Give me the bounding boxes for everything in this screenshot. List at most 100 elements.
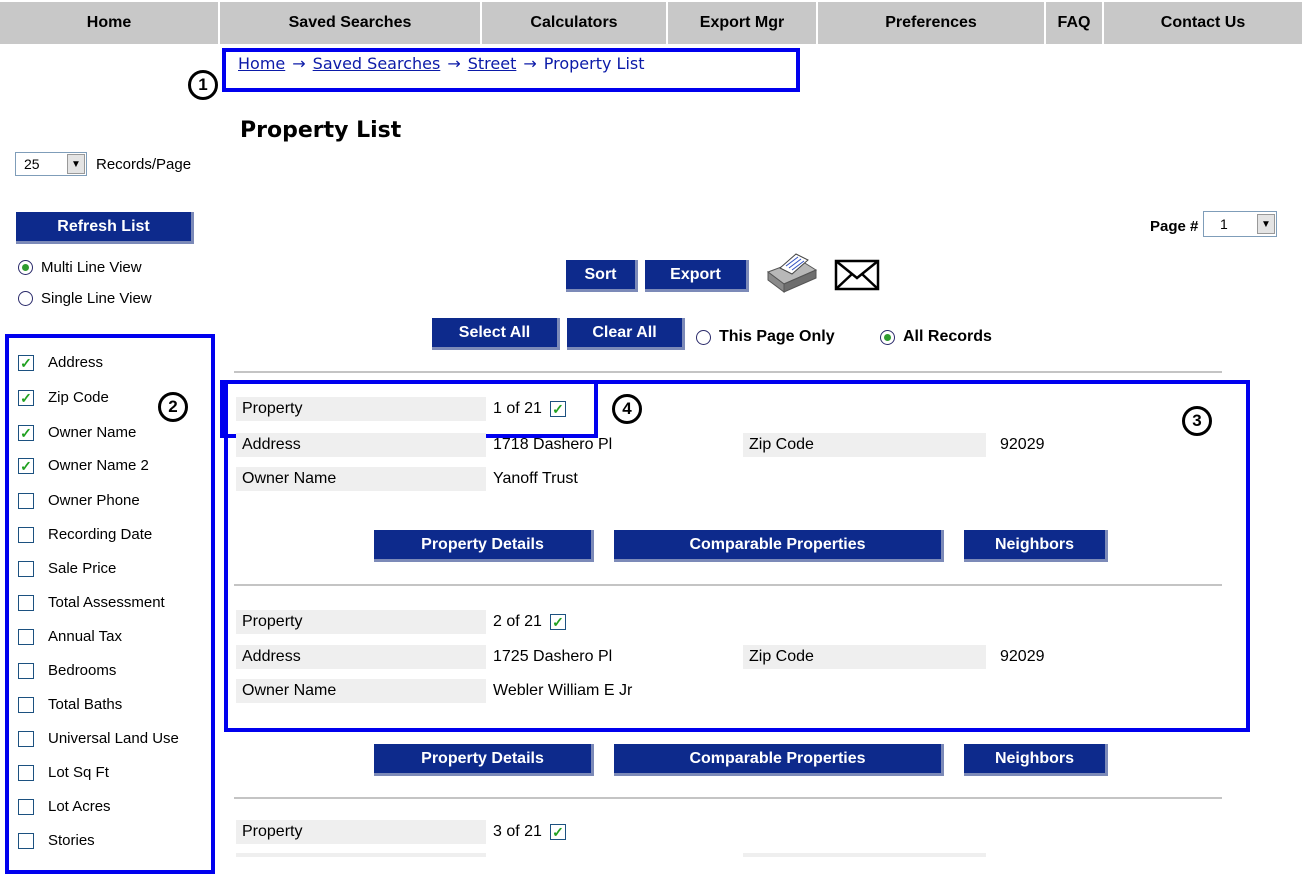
printer-icon[interactable]: [756, 248, 822, 296]
field-option[interactable]: Annual Tax: [18, 628, 122, 645]
field-label: Owner Name: [48, 424, 137, 441]
field-checkbox[interactable]: ✓: [18, 389, 34, 406]
nav-saved-searches[interactable]: Saved Searches: [220, 2, 482, 44]
callout-number-1: 1: [188, 70, 218, 100]
nav-preferences[interactable]: Preferences: [818, 2, 1046, 44]
field-option[interactable]: Stories: [18, 832, 95, 849]
field-option[interactable]: Lot Sq Ft: [18, 764, 109, 781]
divider: [234, 797, 1222, 799]
record-1-comparable-properties-button[interactable]: Comparable Properties: [614, 530, 944, 562]
field-checkbox[interactable]: [18, 798, 34, 815]
record-2-zip-label: Zip Code: [743, 645, 986, 669]
record-2-index-text: 2 of 21: [493, 613, 542, 630]
record-1-index: 1 of 21 ✓: [493, 397, 566, 421]
record-2-property-details-button[interactable]: Property Details: [374, 744, 594, 776]
nav-contact-us[interactable]: Contact Us: [1104, 2, 1304, 44]
record-1-owner-label: Owner Name: [236, 467, 486, 491]
record-1-index-text: 1 of 21: [493, 400, 542, 417]
field-checkbox[interactable]: [18, 764, 34, 781]
field-checkbox[interactable]: [18, 662, 34, 679]
select-all-button[interactable]: Select All: [432, 318, 560, 350]
record-2-address: 1725 Dashero Pl: [493, 648, 613, 665]
field-checkbox[interactable]: [18, 594, 34, 611]
all-records-option[interactable]: All Records: [880, 328, 992, 346]
record-1-owner: Yanoff Trust: [493, 470, 578, 487]
nav-faq[interactable]: FAQ: [1046, 2, 1104, 44]
chevron-down-icon: ▼: [1257, 214, 1275, 234]
record-2-neighbors-button[interactable]: Neighbors: [964, 744, 1108, 776]
field-option[interactable]: ✓ Owner Name 2: [18, 457, 149, 474]
field-option[interactable]: Lot Acres: [18, 798, 111, 815]
record-1-select-checkbox[interactable]: ✓: [549, 401, 566, 417]
record-2-comparable-properties-button[interactable]: Comparable Properties: [614, 744, 944, 776]
this-page-only-label: This Page Only: [719, 328, 835, 345]
field-option[interactable]: Bedrooms: [18, 662, 116, 679]
email-icon[interactable]: [833, 258, 881, 292]
record-3-index-text: 3 of 21: [493, 823, 542, 840]
records-per-page-value: 25: [24, 156, 40, 172]
chevron-down-icon: ▼: [67, 154, 85, 174]
sort-button[interactable]: Sort: [566, 260, 638, 292]
page-number-label: Page #: [1150, 218, 1199, 235]
record-3-zip-label-partial: [743, 853, 986, 857]
records-per-page-label: Records/Page: [96, 156, 192, 173]
single-line-view-option[interactable]: Single Line View: [18, 290, 152, 307]
record-1-zip-label: Zip Code: [743, 433, 986, 457]
field-checkbox[interactable]: ✓: [18, 424, 34, 441]
field-checkbox[interactable]: [18, 832, 34, 849]
field-option[interactable]: Total Baths: [18, 696, 122, 713]
field-option[interactable]: ✓ Owner Name: [18, 424, 136, 441]
record-2-address-label: Address: [236, 645, 486, 669]
field-label: Universal Land Use: [48, 730, 179, 747]
record-3-select-checkbox[interactable]: ✓: [549, 824, 566, 840]
nav-calculators[interactable]: Calculators: [482, 2, 668, 44]
record-1-zip: 92029: [1000, 436, 1045, 453]
page-title: Property List: [240, 118, 402, 143]
field-checkbox[interactable]: ✓: [18, 354, 34, 371]
radio-button[interactable]: [880, 329, 895, 345]
field-checkbox[interactable]: [18, 492, 34, 509]
field-checkbox[interactable]: [18, 628, 34, 645]
divider: [234, 371, 1222, 373]
this-page-only-option[interactable]: This Page Only: [696, 328, 835, 346]
field-option[interactable]: ✓ Address: [18, 354, 103, 371]
all-records-label: All Records: [903, 328, 992, 345]
field-checkbox[interactable]: [18, 696, 34, 713]
nav-home[interactable]: Home: [0, 2, 220, 44]
field-label: Annual Tax: [48, 628, 122, 645]
record-2-zip: 92029: [1000, 648, 1045, 665]
field-option[interactable]: ✓ Zip Code: [18, 389, 109, 406]
field-option[interactable]: Total Assessment: [18, 594, 165, 611]
export-button[interactable]: Export: [645, 260, 749, 292]
radio-button[interactable]: [18, 260, 33, 275]
multi-line-view-option[interactable]: Multi Line View: [18, 259, 142, 276]
record-2-property-label: Property: [236, 610, 486, 634]
radio-button[interactable]: [18, 291, 33, 306]
record-2-owner: Webler William E Jr: [493, 682, 633, 699]
divider: [234, 584, 1222, 586]
record-2-select-checkbox[interactable]: ✓: [549, 614, 566, 630]
field-label: Lot Sq Ft: [48, 764, 109, 781]
field-checkbox[interactable]: ✓: [18, 457, 34, 474]
field-option[interactable]: Universal Land Use: [18, 730, 179, 747]
field-checkbox[interactable]: [18, 560, 34, 577]
refresh-list-button[interactable]: Refresh List: [16, 212, 194, 244]
records-per-page-select[interactable]: 25 ▼: [15, 152, 87, 176]
field-option[interactable]: Sale Price: [18, 560, 116, 577]
field-label: Total Baths: [48, 696, 123, 713]
record-1-property-details-button[interactable]: Property Details: [374, 530, 594, 562]
record-2-owner-label: Owner Name: [236, 679, 486, 703]
field-checkbox[interactable]: [18, 730, 34, 747]
record-3-property-label: Property: [236, 820, 486, 844]
radio-button[interactable]: [696, 329, 711, 345]
field-option[interactable]: Recording Date: [18, 526, 152, 543]
field-option[interactable]: Owner Phone: [18, 492, 140, 509]
field-label: Zip Code: [48, 389, 109, 406]
nav-export-mgr[interactable]: Export Mgr: [668, 2, 818, 44]
record-1-neighbors-button[interactable]: Neighbors: [964, 530, 1108, 562]
callout-box-breadcrumb: [222, 48, 800, 92]
clear-all-button[interactable]: Clear All: [567, 318, 685, 350]
field-checkbox[interactable]: [18, 526, 34, 543]
page-number-select[interactable]: 1 ▼: [1203, 211, 1277, 237]
record-3-index: 3 of 21 ✓: [493, 820, 566, 844]
